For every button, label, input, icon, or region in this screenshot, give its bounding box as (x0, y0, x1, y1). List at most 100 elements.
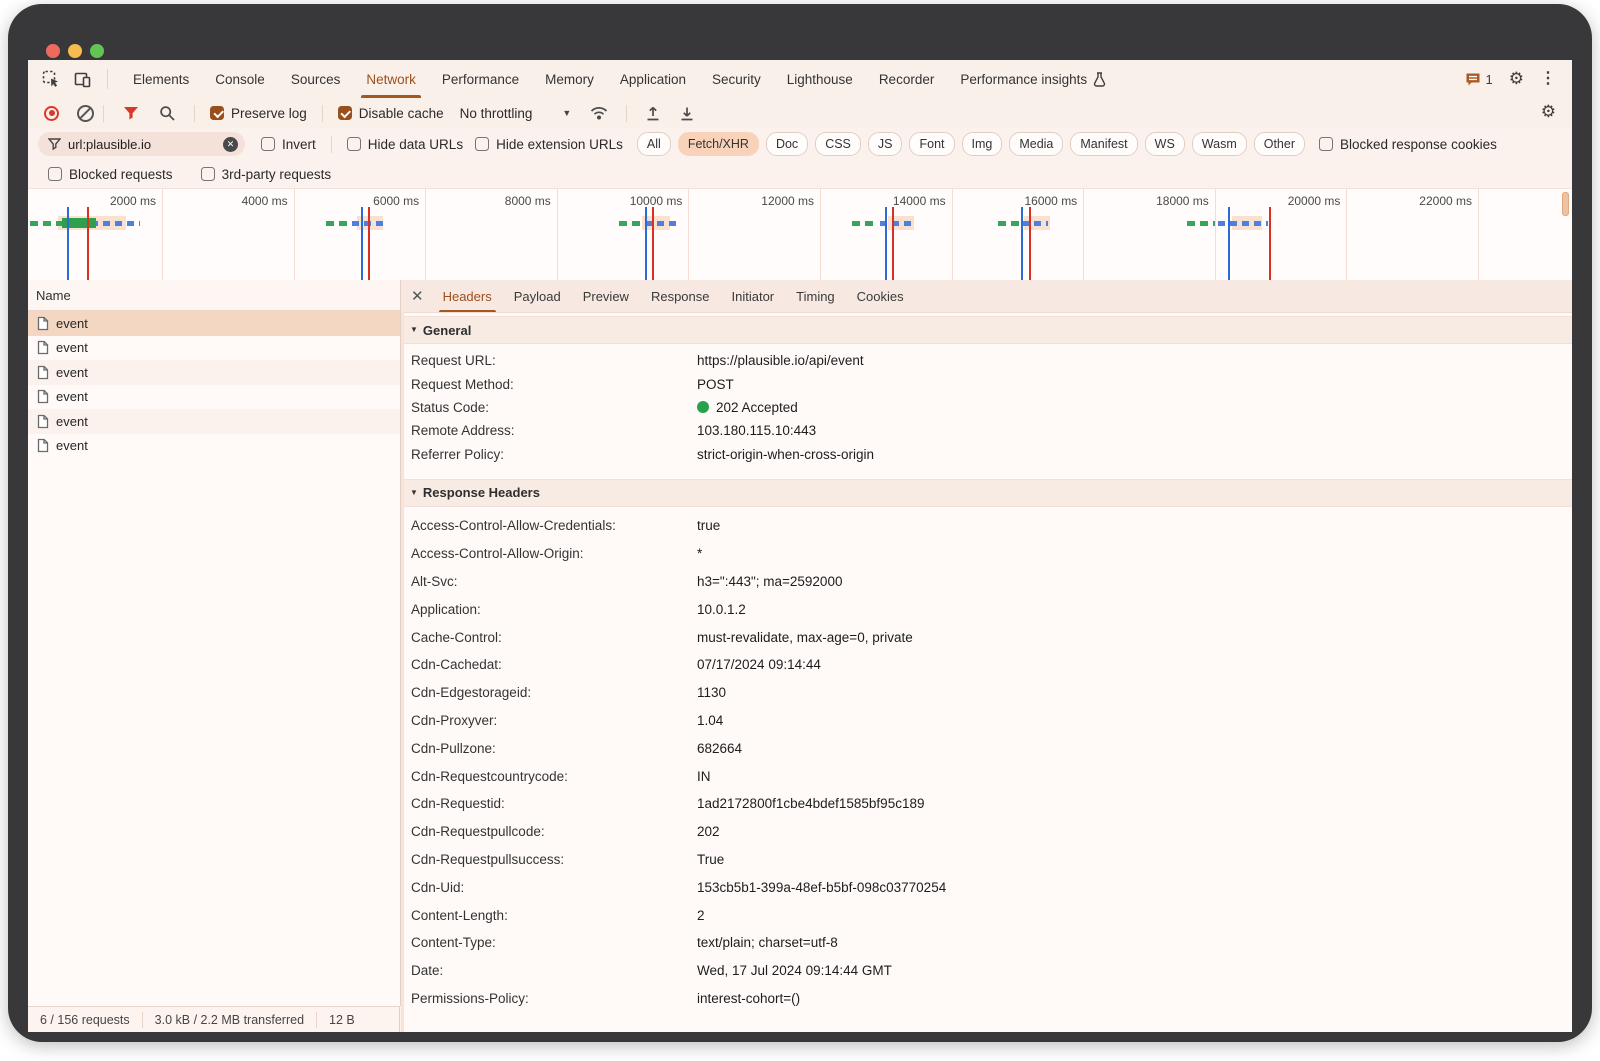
request-rows: eventeventeventeventeventevent (28, 311, 400, 458)
details-tab-headers[interactable]: Headers (432, 280, 503, 312)
dom-content-loaded-line (67, 207, 69, 281)
tab-lighthouse[interactable]: Lighthouse (774, 60, 866, 98)
request-row[interactable]: event (28, 311, 400, 336)
filter-funnel-small-icon (48, 138, 61, 150)
request-row[interactable]: event (28, 336, 400, 361)
details-tab-preview[interactable]: Preview (572, 280, 640, 312)
filter-pill-doc[interactable]: Doc (766, 132, 808, 156)
import-har-icon[interactable] (645, 105, 661, 122)
header-value: https://plausible.io/api/event (697, 353, 1572, 368)
name-column-header[interactable]: Name (28, 280, 400, 311)
request-row[interactable]: event (28, 385, 400, 410)
network-settings-gear-icon[interactable]: ⚙ (1541, 104, 1556, 121)
details-tab-cookies[interactable]: Cookies (846, 280, 915, 312)
response-header-kv-row: Content-Type:text/plain; charset=utf-8 (401, 929, 1572, 957)
search-icon[interactable] (159, 105, 175, 121)
general-kv-row: Request URL:https://plausible.io/api/eve… (401, 349, 1572, 372)
disable-cache-checkbox[interactable]: Disable cache (338, 106, 444, 121)
hide-extension-urls-checkbox[interactable]: Hide extension URLs (475, 137, 623, 152)
response-headers-section-title: Response Headers (423, 485, 540, 500)
inspect-element-icon[interactable] (42, 70, 60, 88)
filter-funnel-icon[interactable] (123, 106, 139, 120)
details-tab-timing[interactable]: Timing (785, 280, 846, 312)
tab-application[interactable]: Application (607, 60, 699, 98)
tab-memory[interactable]: Memory (532, 60, 607, 98)
tab-recorder[interactable]: Recorder (866, 60, 948, 98)
filter-pill-manifest[interactable]: Manifest (1070, 132, 1137, 156)
request-name: event (56, 316, 88, 331)
filter-pill-media[interactable]: Media (1009, 132, 1063, 156)
header-name: Cdn-Pullzone: (401, 741, 697, 756)
response-header-kv-row: Cdn-Edgestorageid:1130 (401, 679, 1572, 707)
third-party-requests-label: 3rd-party requests (222, 167, 332, 182)
response-header-kv-row: Alt-Svc:h3=":443"; ma=2592000 (401, 568, 1572, 596)
details-tab-response[interactable]: Response (640, 280, 721, 312)
tab-security[interactable]: Security (699, 60, 774, 98)
timeline-tick-label: 22000 ms (1346, 194, 1472, 208)
tab-console[interactable]: Console (202, 60, 278, 98)
hide-extension-urls-label: Hide extension URLs (496, 137, 623, 152)
filter-pill-img[interactable]: Img (962, 132, 1003, 156)
invert-label: Invert (282, 137, 316, 152)
request-row[interactable]: event (28, 360, 400, 385)
record-network-log-icon[interactable] (44, 106, 59, 121)
tab-performance-insights[interactable]: Performance insights (947, 60, 1119, 98)
overview-scrollbar-thumb[interactable] (1562, 192, 1569, 216)
filter-pill-css[interactable]: CSS (815, 132, 861, 156)
export-har-icon[interactable] (679, 105, 695, 122)
tab-network[interactable]: Network (353, 60, 429, 98)
settings-gear-icon[interactable]: ⚙ (1509, 71, 1524, 88)
filter-pill-font[interactable]: Font (909, 132, 954, 156)
general-section-header[interactable]: ▼ General (401, 316, 1572, 344)
preserve-log-checkbox[interactable]: Preserve log (210, 106, 307, 121)
third-party-requests-checkbox[interactable]: 3rd-party requests (201, 167, 332, 182)
timeline-tick-label: 16000 ms (951, 194, 1077, 208)
filter-pill-wasm[interactable]: Wasm (1192, 132, 1247, 156)
waterfall-blue-segments (1022, 221, 1048, 226)
tab-elements[interactable]: Elements (120, 60, 202, 98)
minimize-window-button[interactable] (68, 44, 82, 58)
zoom-window-button[interactable] (90, 44, 104, 58)
header-name: Status Code: (401, 400, 697, 415)
waterfall-green-segments (326, 221, 349, 226)
request-row[interactable]: event (28, 434, 400, 459)
network-conditions-icon[interactable] (589, 105, 609, 121)
request-row[interactable]: event (28, 409, 400, 434)
response-header-kv-row: Content-Length:2 (401, 901, 1572, 929)
details-tab-payload[interactable]: Payload (503, 280, 572, 312)
close-details-icon[interactable]: ✕ (411, 289, 424, 304)
filter-input[interactable]: url:plausible.io ✕ (38, 132, 245, 156)
tab-sources[interactable]: Sources (278, 60, 354, 98)
blocked-requests-checkbox[interactable]: Blocked requests (48, 167, 173, 182)
header-value: interest-cohort=() (697, 991, 1572, 1006)
hide-data-urls-checkbox[interactable]: Hide data URLs (347, 137, 463, 152)
preserve-log-label: Preserve log (231, 106, 307, 121)
invert-checkbox[interactable]: Invert (261, 137, 316, 152)
response-headers-section-header[interactable]: ▼ Response Headers (401, 479, 1572, 507)
divider (322, 105, 323, 122)
issues-counter[interactable]: 1 (1465, 72, 1493, 87)
details-tab-initiator[interactable]: Initiator (721, 280, 786, 312)
filter-pill-fetch-xhr[interactable]: Fetch/XHR (678, 132, 759, 156)
filter-pill-js[interactable]: JS (868, 132, 903, 156)
throttling-dropdown[interactable]: No throttling ▼ (460, 106, 572, 121)
timeline-tick-label: 14000 ms (820, 194, 946, 208)
checkbox-checked-icon (338, 106, 352, 120)
request-table-panel: Name eventeventeventeventeventevent (28, 280, 401, 1006)
clear-network-log-icon[interactable] (77, 105, 94, 122)
more-options-kebab-icon[interactable]: ⋮ (1540, 71, 1556, 87)
toggle-device-toolbar-icon[interactable] (74, 71, 93, 88)
filter-pill-other[interactable]: Other (1254, 132, 1305, 156)
header-name: Cdn-Proxyver: (401, 713, 697, 728)
filter-pill-all[interactable]: All (637, 132, 671, 156)
main-tabs: ElementsConsoleSourcesNetworkPerformance… (120, 60, 1119, 98)
clear-filter-icon[interactable]: ✕ (223, 137, 238, 152)
header-name: Permissions-Policy: (401, 991, 697, 1006)
timeline-tick-label: 10000 ms (556, 194, 682, 208)
tabbar-right-icons: 1 ⚙ ⋮ (1465, 60, 1562, 98)
network-overview-timeline[interactable]: 2000 ms4000 ms6000 ms8000 ms10000 ms1200… (28, 188, 1572, 282)
tab-performance[interactable]: Performance (429, 60, 532, 98)
close-window-button[interactable] (46, 44, 60, 58)
filter-pill-ws[interactable]: WS (1145, 132, 1185, 156)
blocked-response-cookies-checkbox[interactable]: Blocked response cookies (1319, 137, 1497, 152)
